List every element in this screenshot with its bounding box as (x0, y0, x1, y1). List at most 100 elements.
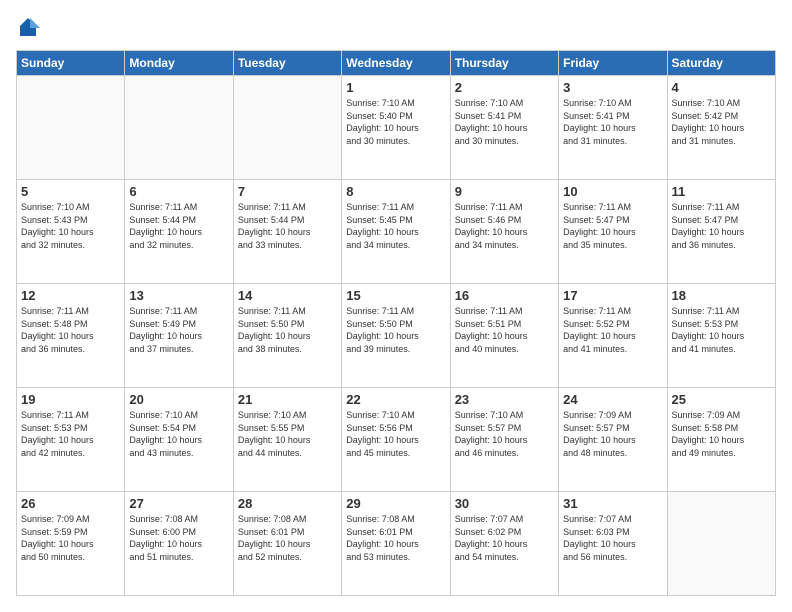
day-info: Sunrise: 7:11 AM Sunset: 5:44 PM Dayligh… (129, 201, 228, 251)
day-info: Sunrise: 7:09 AM Sunset: 5:58 PM Dayligh… (672, 409, 771, 459)
day-info: Sunrise: 7:11 AM Sunset: 5:50 PM Dayligh… (346, 305, 445, 355)
day-info: Sunrise: 7:10 AM Sunset: 5:55 PM Dayligh… (238, 409, 337, 459)
day-number: 24 (563, 392, 662, 407)
calendar-day-header: Thursday (450, 51, 558, 76)
calendar-cell: 22 Sunrise: 7:10 AM Sunset: 5:56 PM Dayli… (342, 388, 450, 492)
calendar-cell: 31Sunrise: 7:07 AM Sunset: 6:03 PM Dayli… (559, 492, 667, 596)
day-number: 14 (238, 288, 337, 303)
day-info: Sunrise: 7:10 AM Sunset: 5:40 PM Dayligh… (346, 97, 445, 147)
day-number: 10 (563, 184, 662, 199)
day-info: Sunrise: 7:10 AM Sunset: 5:56 PM Dayligh… (346, 409, 445, 459)
header (16, 16, 776, 40)
calendar-cell (125, 76, 233, 180)
day-number: 8 (346, 184, 445, 199)
day-info: Sunrise: 7:11 AM Sunset: 5:48 PM Dayligh… (21, 305, 120, 355)
calendar-cell: 2Sunrise: 7:10 AM Sunset: 5:41 PM Daylig… (450, 76, 558, 180)
calendar-table: SundayMondayTuesdayWednesdayThursdayFrid… (16, 50, 776, 596)
calendar-cell: 24 Sunrise: 7:09 AM Sunset: 5:57 PM Dayli… (559, 388, 667, 492)
calendar-cell: 1 Sunrise: 7:10 AM Sunset: 5:40 PM Daylig… (342, 76, 450, 180)
day-info: Sunrise: 7:09 AM Sunset: 5:59 PM Dayligh… (21, 513, 120, 563)
day-info: Sunrise: 7:10 AM Sunset: 5:43 PM Dayligh… (21, 201, 120, 251)
day-info: Sunrise: 7:07 AM Sunset: 6:02 PM Dayligh… (455, 513, 554, 563)
day-number: 28 (238, 496, 337, 511)
calendar-cell: 30 Sunrise: 7:07 AM Sunset: 6:02 PM Dayli… (450, 492, 558, 596)
calendar-cell: 8 Sunrise: 7:11 AM Sunset: 5:45 PM Daylig… (342, 180, 450, 284)
calendar-cell: 13 Sunrise: 7:11 AM Sunset: 5:49 PM Dayli… (125, 284, 233, 388)
day-number: 3 (563, 80, 662, 95)
calendar-cell: 14 Sunrise: 7:11 AM Sunset: 5:50 PM Dayli… (233, 284, 341, 388)
day-number: 26 (21, 496, 120, 511)
day-info: Sunrise: 7:11 AM Sunset: 5:47 PM Dayligh… (672, 201, 771, 251)
day-info: Sunrise: 7:11 AM Sunset: 5:45 PM Dayligh… (346, 201, 445, 251)
day-info: Sunrise: 7:11 AM Sunset: 5:49 PM Dayligh… (129, 305, 228, 355)
calendar-cell: 10 Sunrise: 7:11 AM Sunset: 5:47 PM Dayli… (559, 180, 667, 284)
calendar-cell: 20 Sunrise: 7:10 AM Sunset: 5:54 PM Dayli… (125, 388, 233, 492)
logo-icon (16, 16, 40, 40)
day-info: Sunrise: 7:07 AM Sunset: 6:03 PM Dayligh… (563, 513, 662, 563)
day-number: 1 (346, 80, 445, 95)
calendar-cell: 16 Sunrise: 7:11 AM Sunset: 5:51 PM Dayli… (450, 284, 558, 388)
day-number: 7 (238, 184, 337, 199)
day-number: 30 (455, 496, 554, 511)
calendar-cell (17, 76, 125, 180)
day-number: 25 (672, 392, 771, 407)
calendar-cell: 15 Sunrise: 7:11 AM Sunset: 5:50 PM Dayli… (342, 284, 450, 388)
day-info: Sunrise: 7:10 AM Sunset: 5:57 PM Dayligh… (455, 409, 554, 459)
day-info: Sunrise: 7:11 AM Sunset: 5:44 PM Dayligh… (238, 201, 337, 251)
day-info: Sunrise: 7:08 AM Sunset: 6:01 PM Dayligh… (346, 513, 445, 563)
day-info: Sunrise: 7:08 AM Sunset: 6:00 PM Dayligh… (129, 513, 228, 563)
day-info: Sunrise: 7:11 AM Sunset: 5:50 PM Dayligh… (238, 305, 337, 355)
calendar-cell: 29Sunrise: 7:08 AM Sunset: 6:01 PM Dayli… (342, 492, 450, 596)
day-number: 19 (21, 392, 120, 407)
calendar-cell: 27 Sunrise: 7:08 AM Sunset: 6:00 PM Dayli… (125, 492, 233, 596)
day-number: 17 (563, 288, 662, 303)
day-info: Sunrise: 7:11 AM Sunset: 5:51 PM Dayligh… (455, 305, 554, 355)
day-info: Sunrise: 7:09 AM Sunset: 5:57 PM Dayligh… (563, 409, 662, 459)
day-number: 9 (455, 184, 554, 199)
day-info: Sunrise: 7:10 AM Sunset: 5:54 PM Dayligh… (129, 409, 228, 459)
day-number: 12 (21, 288, 120, 303)
calendar-cell: 7 Sunrise: 7:11 AM Sunset: 5:44 PM Daylig… (233, 180, 341, 284)
page: SundayMondayTuesdayWednesdayThursdayFrid… (0, 0, 792, 612)
calendar-week-row: 5 Sunrise: 7:10 AM Sunset: 5:43 PM Daylig… (17, 180, 776, 284)
calendar-cell: 17Sunrise: 7:11 AM Sunset: 5:52 PM Dayli… (559, 284, 667, 388)
calendar-week-row: 12 Sunrise: 7:11 AM Sunset: 5:48 PM Dayli… (17, 284, 776, 388)
calendar-cell: 18Sunrise: 7:11 AM Sunset: 5:53 PM Dayli… (667, 284, 775, 388)
day-number: 13 (129, 288, 228, 303)
day-number: 22 (346, 392, 445, 407)
calendar-cell: 9 Sunrise: 7:11 AM Sunset: 5:46 PM Daylig… (450, 180, 558, 284)
calendar-cell: 4 Sunrise: 7:10 AM Sunset: 5:42 PM Daylig… (667, 76, 775, 180)
calendar-header-row: SundayMondayTuesdayWednesdayThursdayFrid… (17, 51, 776, 76)
day-info: Sunrise: 7:11 AM Sunset: 5:47 PM Dayligh… (563, 201, 662, 251)
day-number: 16 (455, 288, 554, 303)
day-number: 15 (346, 288, 445, 303)
day-number: 27 (129, 496, 228, 511)
calendar-day-header: Saturday (667, 51, 775, 76)
day-info: Sunrise: 7:10 AM Sunset: 5:41 PM Dayligh… (563, 97, 662, 147)
calendar-cell: 21 Sunrise: 7:10 AM Sunset: 5:55 PM Dayli… (233, 388, 341, 492)
calendar-week-row: 19 Sunrise: 7:11 AM Sunset: 5:53 PM Dayli… (17, 388, 776, 492)
calendar-day-header: Friday (559, 51, 667, 76)
day-number: 6 (129, 184, 228, 199)
day-number: 20 (129, 392, 228, 407)
calendar-day-header: Wednesday (342, 51, 450, 76)
calendar-cell: 11 Sunrise: 7:11 AM Sunset: 5:47 PM Dayli… (667, 180, 775, 284)
day-info: Sunrise: 7:10 AM Sunset: 5:42 PM Dayligh… (672, 97, 771, 147)
logo (16, 16, 42, 40)
calendar-cell (233, 76, 341, 180)
day-number: 5 (21, 184, 120, 199)
calendar-cell: 12 Sunrise: 7:11 AM Sunset: 5:48 PM Dayli… (17, 284, 125, 388)
day-number: 4 (672, 80, 771, 95)
day-info: Sunrise: 7:08 AM Sunset: 6:01 PM Dayligh… (238, 513, 337, 563)
day-info: Sunrise: 7:11 AM Sunset: 5:53 PM Dayligh… (672, 305, 771, 355)
day-number: 21 (238, 392, 337, 407)
calendar-day-header: Tuesday (233, 51, 341, 76)
calendar-cell: 3 Sunrise: 7:10 AM Sunset: 5:41 PM Daylig… (559, 76, 667, 180)
calendar-cell: 19 Sunrise: 7:11 AM Sunset: 5:53 PM Dayli… (17, 388, 125, 492)
day-number: 2 (455, 80, 554, 95)
day-number: 11 (672, 184, 771, 199)
day-info: Sunrise: 7:11 AM Sunset: 5:46 PM Dayligh… (455, 201, 554, 251)
calendar-cell: 6 Sunrise: 7:11 AM Sunset: 5:44 PM Daylig… (125, 180, 233, 284)
day-info: Sunrise: 7:11 AM Sunset: 5:53 PM Dayligh… (21, 409, 120, 459)
calendar-cell: 23Sunrise: 7:10 AM Sunset: 5:57 PM Dayli… (450, 388, 558, 492)
